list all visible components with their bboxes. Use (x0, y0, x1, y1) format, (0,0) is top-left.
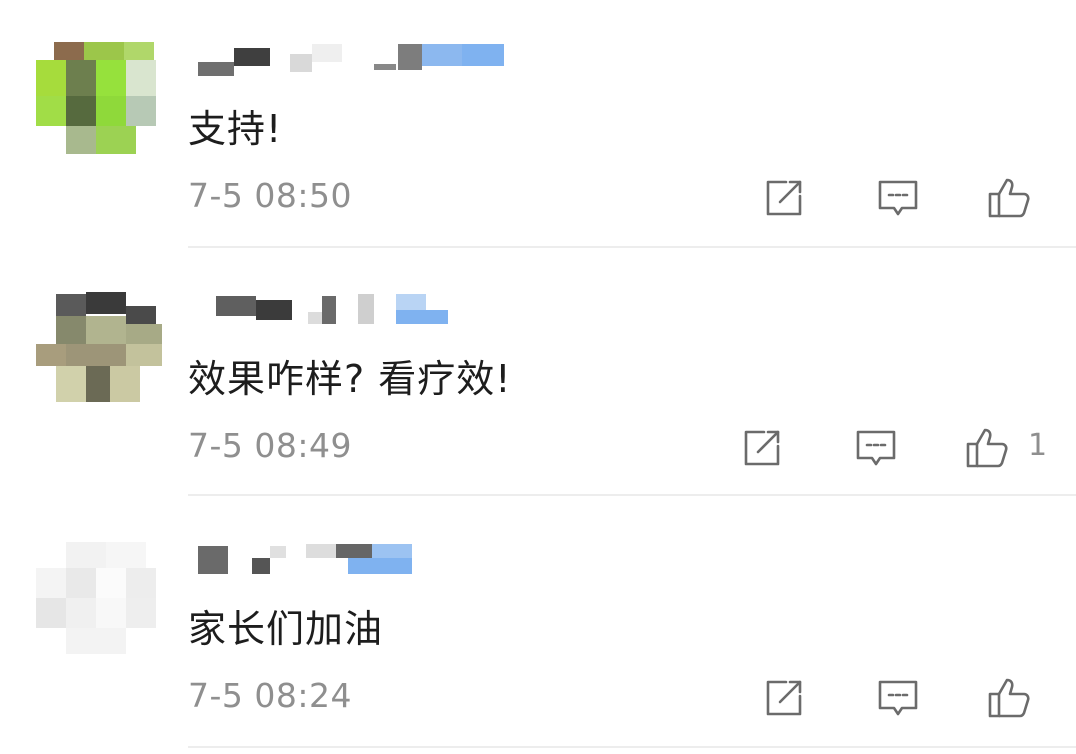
reply-icon[interactable] (852, 424, 900, 472)
username[interactable] (198, 294, 518, 324)
thumbs-up-icon[interactable] (986, 174, 1034, 222)
share-icon[interactable] (738, 424, 786, 472)
thumbs-up-icon[interactable] (986, 674, 1034, 722)
avatar[interactable] (36, 42, 164, 154)
username[interactable] (198, 544, 518, 574)
comment-text: 效果咋样? 看疗效! (188, 357, 512, 401)
comment-time: 7-5 08:24 (188, 676, 352, 715)
verified-badge-icon (372, 544, 412, 558)
divider (188, 746, 1076, 748)
verified-badge-icon (396, 294, 426, 310)
thumbs-up-icon[interactable] (964, 424, 1012, 472)
avatar[interactable] (36, 292, 164, 404)
verified-badge-icon (422, 44, 462, 66)
divider (188, 494, 1076, 496)
comment-text: 家长们加油 (188, 607, 384, 651)
like-count: 1 (1028, 428, 1048, 463)
comment-item: 支持! 7-5 08:50 (0, 0, 1076, 248)
share-icon[interactable] (760, 174, 808, 222)
username[interactable] (198, 44, 518, 76)
share-icon[interactable] (760, 674, 808, 722)
reply-icon[interactable] (874, 674, 922, 722)
comment-time: 7-5 08:49 (188, 426, 352, 465)
avatar[interactable] (36, 542, 164, 654)
comment-time: 7-5 08:50 (188, 176, 352, 215)
comment-item: 效果咋样? 看疗效! 7-5 08:49 1 (0, 250, 1076, 498)
comment-text: 支持! (188, 107, 283, 151)
divider (188, 246, 1076, 248)
comment-item: 家长们加油 7-5 08:24 (0, 500, 1076, 748)
reply-icon[interactable] (874, 174, 922, 222)
